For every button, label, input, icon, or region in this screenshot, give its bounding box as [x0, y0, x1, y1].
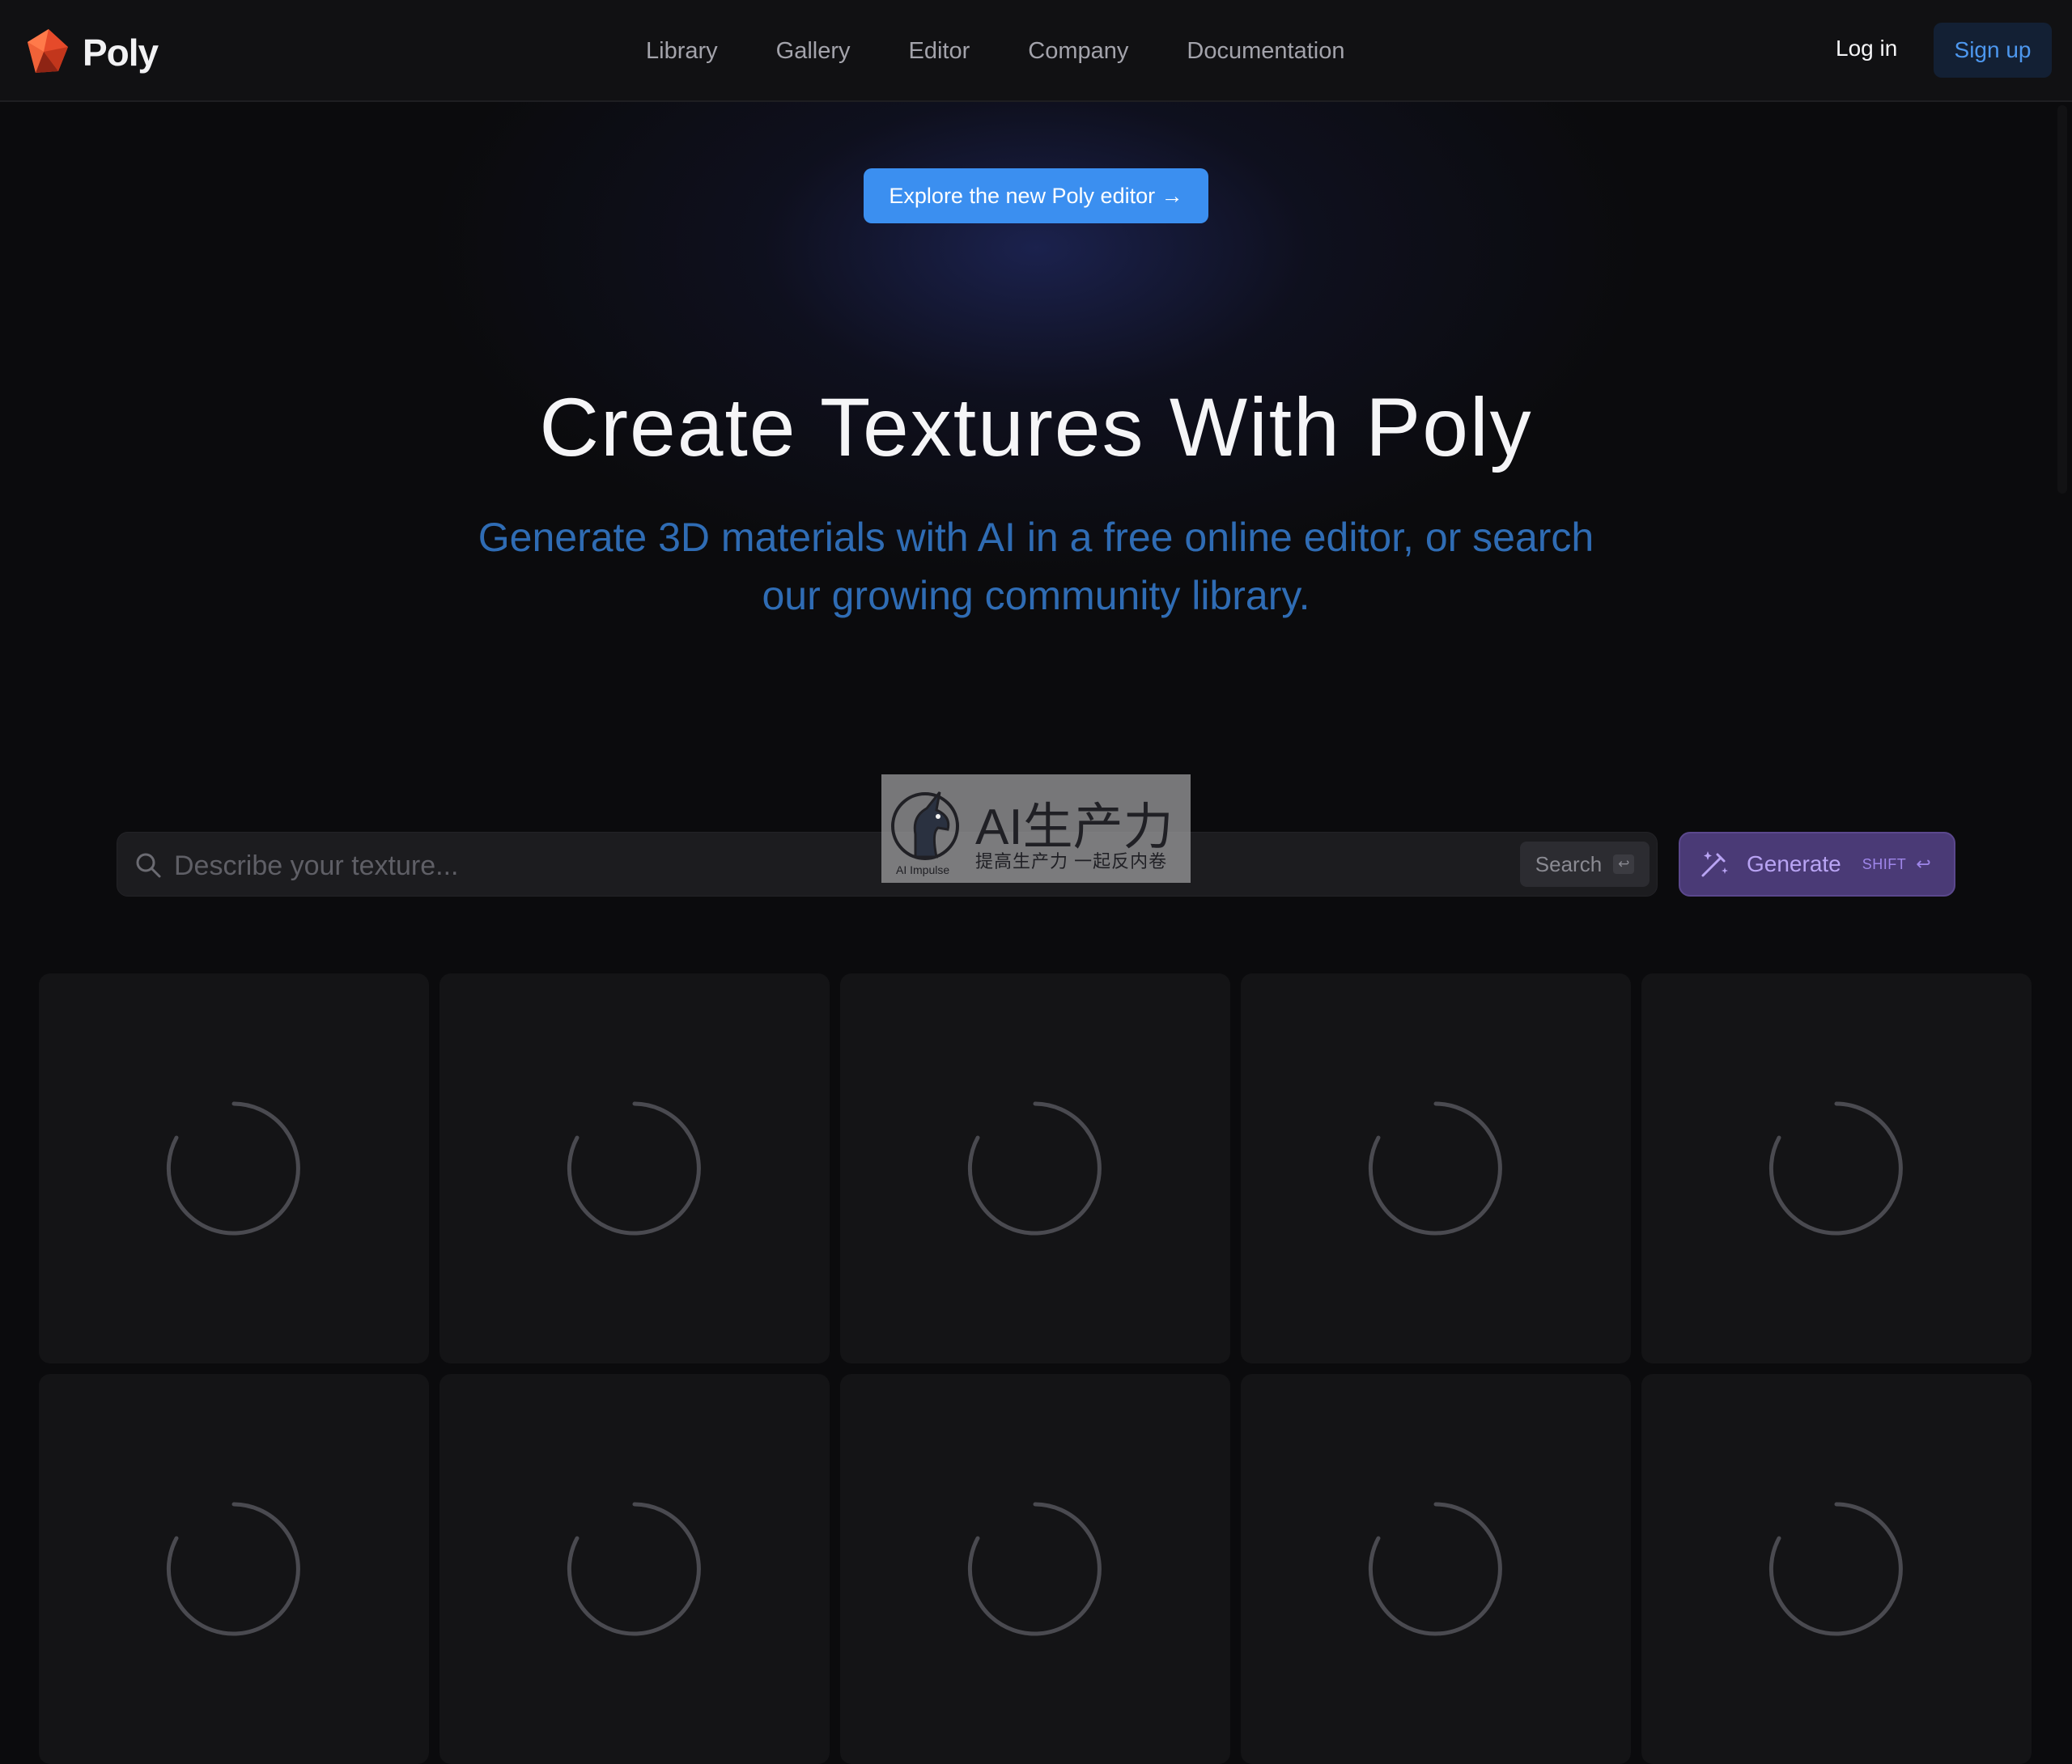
texture-card[interactable]: [439, 973, 830, 1363]
subtitle-line-2: our growing community library.: [762, 573, 1310, 618]
enter-shortcut-icon: ↩: [1916, 854, 1931, 874]
texture-grid: [39, 973, 2033, 1764]
texture-card[interactable]: [1241, 1374, 1631, 1764]
poly-logo-icon: [28, 29, 68, 73]
search-button[interactable]: Search ↩: [1520, 842, 1650, 887]
login-link[interactable]: Log in: [1836, 36, 1897, 61]
nav-library[interactable]: Library: [646, 38, 718, 65]
enter-key-icon: ↩: [1613, 854, 1635, 874]
explore-editor-button[interactable]: Explore the new Poly editor →: [864, 168, 1208, 223]
watermark-brand: AI Impulse: [896, 863, 950, 876]
signup-button[interactable]: Sign up: [1934, 23, 2052, 78]
nav-documentation[interactable]: Documentation: [1187, 38, 1344, 65]
page-subtitle: Generate 3D materials with AI in a free …: [437, 508, 1635, 625]
nav-company[interactable]: Company: [1028, 38, 1128, 65]
main-nav: Library Gallery Editor Company Documenta…: [646, 31, 1344, 71]
magic-wand-icon: [1701, 851, 1728, 877]
generate-button[interactable]: Generate SHIFT ↩: [1679, 832, 1955, 897]
search-icon: [136, 853, 161, 878]
watermark-subtitle: 提高生产力 一起反内卷: [975, 851, 1168, 871]
texture-card[interactable]: [840, 973, 1230, 1363]
loading-spinner-icon: [967, 1101, 1102, 1236]
texture-card[interactable]: [39, 1374, 429, 1764]
nav-gallery[interactable]: Gallery: [776, 38, 851, 65]
loading-spinner-icon: [1768, 1502, 1903, 1636]
texture-card[interactable]: [1641, 1374, 2032, 1764]
loading-spinner-icon: [1768, 1101, 1903, 1236]
loading-spinner-icon: [166, 1502, 300, 1636]
brand-name: Poly: [83, 32, 159, 74]
loading-spinner-icon: [967, 1502, 1102, 1636]
logo[interactable]: Poly: [24, 24, 159, 81]
watermark: AI生产力 提高生产力 一起反内卷 AI Impulse: [881, 774, 1191, 883]
loading-spinner-icon: [567, 1101, 701, 1236]
texture-card[interactable]: [1641, 973, 2032, 1363]
unicorn-logo-icon: [891, 791, 959, 860]
generate-label: Generate: [1747, 851, 1841, 876]
texture-card[interactable]: [439, 1374, 830, 1764]
search-button-label: Search: [1535, 851, 1603, 876]
texture-card[interactable]: [840, 1374, 1230, 1764]
loading-spinner-icon: [1368, 1101, 1502, 1236]
top-nav-bar: Poly Library Gallery Editor Company Docu…: [0, 0, 2072, 102]
loading-spinner-icon: [166, 1101, 300, 1236]
texture-card[interactable]: [1241, 973, 1631, 1363]
page-title: Create Textures With Poly: [539, 381, 1533, 473]
loading-spinner-icon: [1368, 1502, 1502, 1636]
subtitle-line-1: Generate 3D materials with AI in a free …: [478, 515, 1594, 560]
shift-shortcut-label: SHIFT: [1862, 855, 1907, 872]
nav-editor[interactable]: Editor: [909, 38, 970, 65]
loading-spinner-icon: [567, 1502, 701, 1636]
texture-card[interactable]: [39, 973, 429, 1363]
